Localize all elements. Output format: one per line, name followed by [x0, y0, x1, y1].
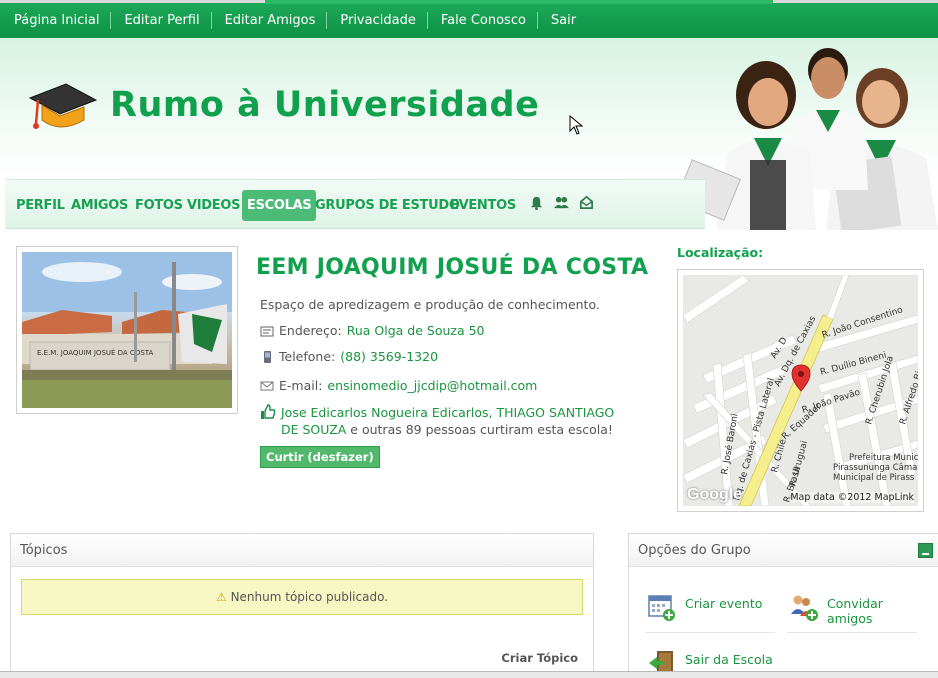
- phone-row: Telefone: (88) 3569-1320: [260, 349, 438, 364]
- top-nav: Página Inicial Editar Perfil Editar Amig…: [0, 12, 587, 29]
- like-undo-button[interactable]: Curtir (desfazer): [260, 446, 380, 468]
- minimize-button[interactable]: [918, 543, 933, 558]
- no-topics-notice: ⚠ Nenhum tópico publicado.: [21, 579, 583, 615]
- google-logo[interactable]: Google: [687, 486, 742, 504]
- street-map-image: R. João Consentino Av. Dq. de Caxias R. …: [683, 275, 918, 506]
- option-divider: [787, 632, 917, 633]
- nav-eventos[interactable]: EVENTOS: [450, 198, 516, 213]
- graduation-cap-icon[interactable]: [28, 80, 98, 138]
- location-label: Localização:: [677, 245, 764, 260]
- topnav-privacy[interactable]: Privacidade: [326, 12, 426, 29]
- likes-rest: e outras 89 pessoas curtiram esta escola…: [346, 422, 613, 437]
- address-row: Endereço: Rua Olga de Souza 50: [260, 323, 485, 338]
- topnav-edit-friends[interactable]: Editar Amigos: [210, 12, 327, 29]
- topnav-contact[interactable]: Fale Conosco: [426, 12, 537, 29]
- group-options-panel: Opções do Grupo Criar evento Convidar am…: [628, 533, 938, 678]
- envelope-icon: [260, 381, 274, 390]
- likes-summary: Jose Edicarlos Nogueira Edicarlos, THIAG…: [260, 404, 630, 438]
- map-frame: R. João Consentino Av. Dq. de Caxias R. …: [677, 269, 924, 512]
- invite-friends-icon: [791, 595, 818, 621]
- map-poi-camara: Pirassununga Câmara: [833, 463, 918, 473]
- email-value[interactable]: ensinomedio_jjcdip@hotmail.com: [327, 378, 537, 393]
- map-poi-prefeitura: Prefeitura Municipal: [849, 453, 918, 463]
- nav-fotos[interactable]: FOTOS: [135, 198, 183, 213]
- group-options-title-text: Opções do Grupo: [638, 543, 751, 558]
- nav-grupos-de-estudo[interactable]: GRUPOS DE ESTUDO: [315, 198, 460, 213]
- topnav-edit-profile[interactable]: Editar Perfil: [110, 12, 210, 29]
- address-label: Endereço:: [279, 323, 342, 338]
- school-photo-frame: E.E.M. JOAQUIM JOSUÉ DA COSTA: [16, 246, 238, 414]
- phone-value[interactable]: (88) 3569-1320: [340, 349, 438, 364]
- topics-panel-title: Tópicos: [11, 534, 593, 567]
- option-divider: [645, 632, 775, 633]
- topnav-home[interactable]: Página Inicial: [0, 12, 110, 29]
- no-topics-text: Nenhum tópico publicado.: [230, 590, 389, 604]
- address-value[interactable]: Rua Olga de Souza 50: [347, 323, 485, 338]
- bell-icon[interactable]: [529, 195, 544, 210]
- phone-label: Telefone:: [279, 349, 336, 364]
- mouse-cursor-icon: [569, 115, 583, 135]
- browser-tab-strip: [265, 0, 773, 4]
- messages-icon[interactable]: [579, 195, 594, 210]
- nav-icons: [529, 195, 594, 210]
- email-label: E-mail:: [279, 378, 323, 393]
- leave-school-label: Sair da Escola: [685, 652, 773, 667]
- main-nav: PERFIL AMIGOS FOTOS VIDEOS ESCOLAS GRUPO…: [5, 179, 705, 229]
- browser-status-bar: [0, 671, 938, 678]
- topics-panel: Tópicos ⚠ Nenhum tópico publicado. Criar…: [10, 533, 594, 678]
- map-credit[interactable]: Map data ©2012 MapLink: [790, 492, 914, 503]
- create-event-option[interactable]: Criar evento: [647, 592, 762, 622]
- invite-friends-label-1: Convidar: [827, 596, 883, 611]
- students-illustration: [676, 48, 938, 230]
- email-row: E-mail: ensinomedio_jjcdip@hotmail.com: [260, 378, 537, 393]
- warning-icon: ⚠: [215, 590, 227, 604]
- topnav-logout[interactable]: Sair: [536, 12, 587, 29]
- nav-perfil[interactable]: PERFIL: [16, 198, 65, 213]
- nav-escolas[interactable]: ESCOLAS: [242, 190, 317, 221]
- create-event-label: Criar evento: [685, 596, 763, 611]
- location-map[interactable]: R. João Consentino Av. Dq. de Caxias R. …: [683, 275, 918, 506]
- nav-amigos[interactable]: AMIGOS: [71, 198, 128, 213]
- site-title[interactable]: Rumo à Universidade: [110, 85, 539, 125]
- group-options-title: Opções do Grupo: [629, 534, 938, 567]
- phone-icon: [264, 350, 271, 363]
- top-bar: Página Inicial Editar Perfil Editar Amig…: [0, 0, 938, 38]
- school-title: EEM JOAQUIM JOSUÉ DA COSTA: [256, 255, 649, 280]
- address-card-icon: [260, 326, 274, 336]
- calendar-add-icon: [648, 595, 675, 621]
- invite-friends-option[interactable]: Convidar amigos: [789, 592, 883, 626]
- map-poi-municipal: Municipal de Pirass: [833, 473, 915, 483]
- nav-videos[interactable]: VIDEOS: [187, 198, 240, 213]
- thumbs-up-icon: [261, 404, 276, 419]
- school-description: Espaço de apredizagem e produção de conh…: [260, 297, 600, 312]
- invite-friends-label-2: amigos: [827, 611, 873, 626]
- school-building-image: E.E.M. JOAQUIM JOSUÉ DA COSTA: [22, 252, 232, 408]
- friends-icon[interactable]: [554, 195, 569, 210]
- school-photo[interactable]: E.E.M. JOAQUIM JOSUÉ DA COSTA: [22, 252, 232, 408]
- create-topic-link[interactable]: Criar Tópico: [501, 651, 578, 665]
